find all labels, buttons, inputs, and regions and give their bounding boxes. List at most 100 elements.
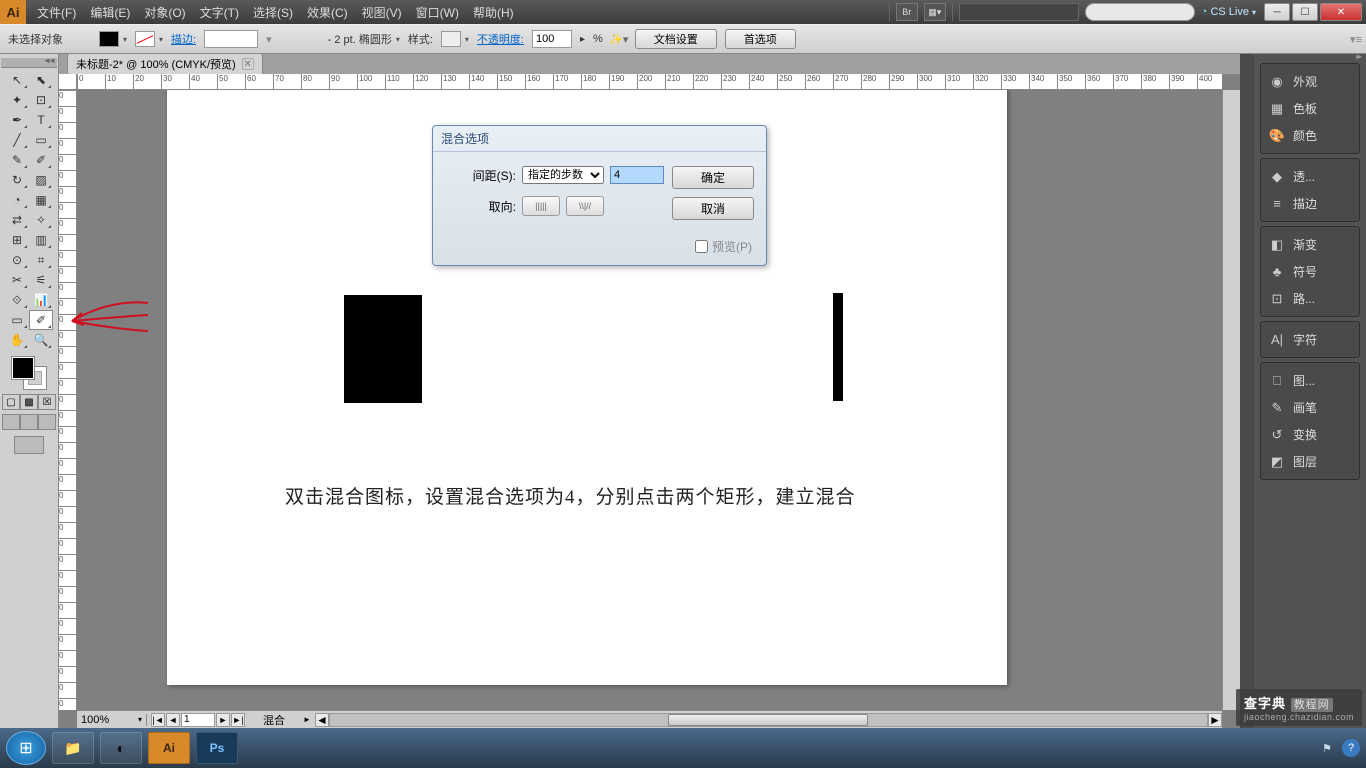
tool-10[interactable]: ↻ — [5, 170, 29, 190]
vertical-ruler[interactable]: 0000000000000000000000000000000000000000 — [59, 90, 77, 710]
screen-mode-3[interactable] — [38, 414, 56, 430]
tool-9[interactable]: ✐ — [29, 150, 53, 170]
tool-0[interactable]: ↖ — [5, 70, 29, 90]
cslive-button[interactable]: CS Live ▾ — [1201, 6, 1256, 18]
tray-flag-icon[interactable]: ⚑ — [1318, 739, 1336, 757]
tool-5[interactable]: T — [29, 110, 53, 130]
preview-checkbox[interactable] — [695, 240, 708, 253]
panel-字符[interactable]: A|字符 — [1261, 326, 1359, 353]
tool-14[interactable]: ⇄ — [5, 210, 29, 230]
colormode-2[interactable]: ☒ — [38, 394, 56, 410]
horizontal-scrollbar[interactable] — [329, 713, 1208, 727]
rectangle-left[interactable] — [344, 295, 422, 403]
opacity-input[interactable] — [532, 30, 572, 48]
panel-颜色[interactable]: 🎨颜色 — [1261, 122, 1359, 149]
tool-13[interactable]: ▦ — [29, 190, 53, 210]
tool-15[interactable]: ✧ — [29, 210, 53, 230]
tool-26[interactable]: ✋ — [5, 330, 29, 350]
start-button[interactable]: ⊞ — [6, 731, 46, 765]
doc-setup-button[interactable]: 文档设置 — [635, 29, 717, 49]
tool-18[interactable]: ⊙ — [5, 250, 29, 270]
tool-27[interactable]: 🔍 — [29, 330, 53, 350]
colormode-1[interactable]: ▩ — [20, 394, 38, 410]
menu-view[interactable]: 视图(V) — [355, 4, 409, 21]
tool-2[interactable]: ✦ — [5, 90, 29, 110]
menu-select[interactable]: 选择(S) — [246, 4, 300, 21]
panel-外观[interactable]: ◉外观 — [1261, 68, 1359, 95]
screen-mode-1[interactable] — [2, 414, 20, 430]
tool-12[interactable]: ◔ — [5, 190, 29, 210]
tool-7[interactable]: ▭ — [29, 130, 53, 150]
tool-25[interactable]: ✐ — [29, 310, 53, 330]
taskbar-photoshop[interactable]: Ps — [196, 732, 238, 764]
tool-19[interactable]: ⌗ — [29, 250, 53, 270]
spacing-mode-select[interactable]: 指定的步数 — [522, 166, 604, 184]
panel-渐变[interactable]: ◧渐变 — [1261, 231, 1359, 258]
taskbar-explorer[interactable]: 📁 — [52, 732, 94, 764]
tool-20[interactable]: ✂ — [5, 270, 29, 290]
opacity-link[interactable]: 不透明度: — [477, 31, 524, 47]
screen-mode-2[interactable] — [20, 414, 38, 430]
tab-close-icon[interactable]: ✕ — [242, 58, 254, 70]
next-page[interactable]: ► — [216, 713, 230, 727]
style-swatch[interactable] — [441, 31, 461, 47]
spacing-value-input[interactable] — [610, 166, 664, 184]
tool-22[interactable]: ⟐ — [5, 290, 29, 310]
panel-色板[interactable]: ▦色板 — [1261, 95, 1359, 122]
workspace-dropdown[interactable] — [959, 3, 1079, 21]
document-tab[interactable]: 未标题-2* @ 100% (CMYK/预览) ✕ — [67, 53, 263, 74]
panel-符号[interactable]: ♣符号 — [1261, 258, 1359, 285]
search-input[interactable] — [1085, 3, 1195, 21]
optbar-menu-icon[interactable]: ▾≡ — [1350, 33, 1362, 46]
maximize-button[interactable]: ☐ — [1292, 3, 1318, 21]
tool-6[interactable]: ╱ — [5, 130, 29, 150]
panel-路...[interactable]: ⊡路... — [1261, 285, 1359, 312]
panel-画笔[interactable]: ✎画笔 — [1261, 394, 1359, 421]
wand-icon[interactable]: ✨▾ — [611, 31, 627, 47]
tool-11[interactable]: ▨ — [29, 170, 53, 190]
canvas[interactable]: 双击混合图标，设置混合选项为4，分别点击两个矩形，建立混合 混合选项 间距(S)… — [77, 90, 1222, 710]
scroll-left[interactable]: ◄ — [315, 713, 329, 727]
panel-图层[interactable]: ◩图层 — [1261, 448, 1359, 475]
menu-window[interactable]: 窗口(W) — [409, 4, 466, 21]
tool-4[interactable]: ✒ — [5, 110, 29, 130]
scroll-right[interactable]: ► — [1208, 713, 1222, 727]
horizontal-ruler[interactable]: 0102030405060708090100110120130140150160… — [77, 74, 1222, 90]
menu-type[interactable]: 文字(T) — [193, 4, 246, 21]
vertical-scrollbar[interactable] — [1222, 90, 1240, 710]
cancel-button[interactable]: 取消 — [672, 197, 754, 220]
menu-file[interactable]: 文件(F) — [30, 4, 83, 21]
tool-16[interactable]: ⊞ — [5, 230, 29, 250]
minimize-button[interactable]: ─ — [1264, 3, 1290, 21]
fill-swatch[interactable] — [99, 31, 119, 47]
stroke-link[interactable]: 描边: — [171, 31, 196, 47]
panel-图...[interactable]: ⎕图... — [1261, 367, 1359, 394]
first-page[interactable]: |◄ — [151, 713, 165, 727]
stroke-swatch[interactable] — [135, 31, 155, 47]
panel-描边[interactable]: ≡描边 — [1261, 190, 1359, 217]
menu-object[interactable]: 对象(O) — [137, 4, 192, 21]
tool-21[interactable]: ⚟ — [29, 270, 53, 290]
zoom-level[interactable]: 100% ▾ — [77, 714, 147, 726]
panel-变换[interactable]: ↺变换 — [1261, 421, 1359, 448]
taskbar-illustrator[interactable]: Ai — [148, 732, 190, 764]
tool-17[interactable]: ▥ — [29, 230, 53, 250]
page-input[interactable] — [181, 713, 215, 727]
tool-24[interactable]: ▭ — [5, 310, 29, 330]
panel-透...[interactable]: ◆透... — [1261, 163, 1359, 190]
tray-help-icon[interactable]: ? — [1342, 739, 1360, 757]
stroke-weight-input[interactable] — [204, 30, 258, 48]
close-button[interactable]: ✕ — [1320, 3, 1362, 21]
menu-help[interactable]: 帮助(H) — [466, 4, 521, 21]
taskbar-app2[interactable]: ◐ — [100, 732, 142, 764]
bridge-button[interactable]: Br — [896, 3, 918, 21]
screen-toggle[interactable] — [14, 436, 44, 454]
colormode-0[interactable]: ▢ — [2, 394, 20, 410]
menu-edit[interactable]: 编辑(E) — [83, 4, 137, 21]
tool-23[interactable]: 📊 — [29, 290, 53, 310]
tool-1[interactable]: ⬉ — [29, 70, 53, 90]
layout-button[interactable]: ▦▾ — [924, 3, 946, 21]
tool-3[interactable]: ⊡ — [29, 90, 53, 110]
rectangle-right[interactable] — [833, 293, 843, 401]
prefs-button[interactable]: 首选项 — [725, 29, 796, 49]
